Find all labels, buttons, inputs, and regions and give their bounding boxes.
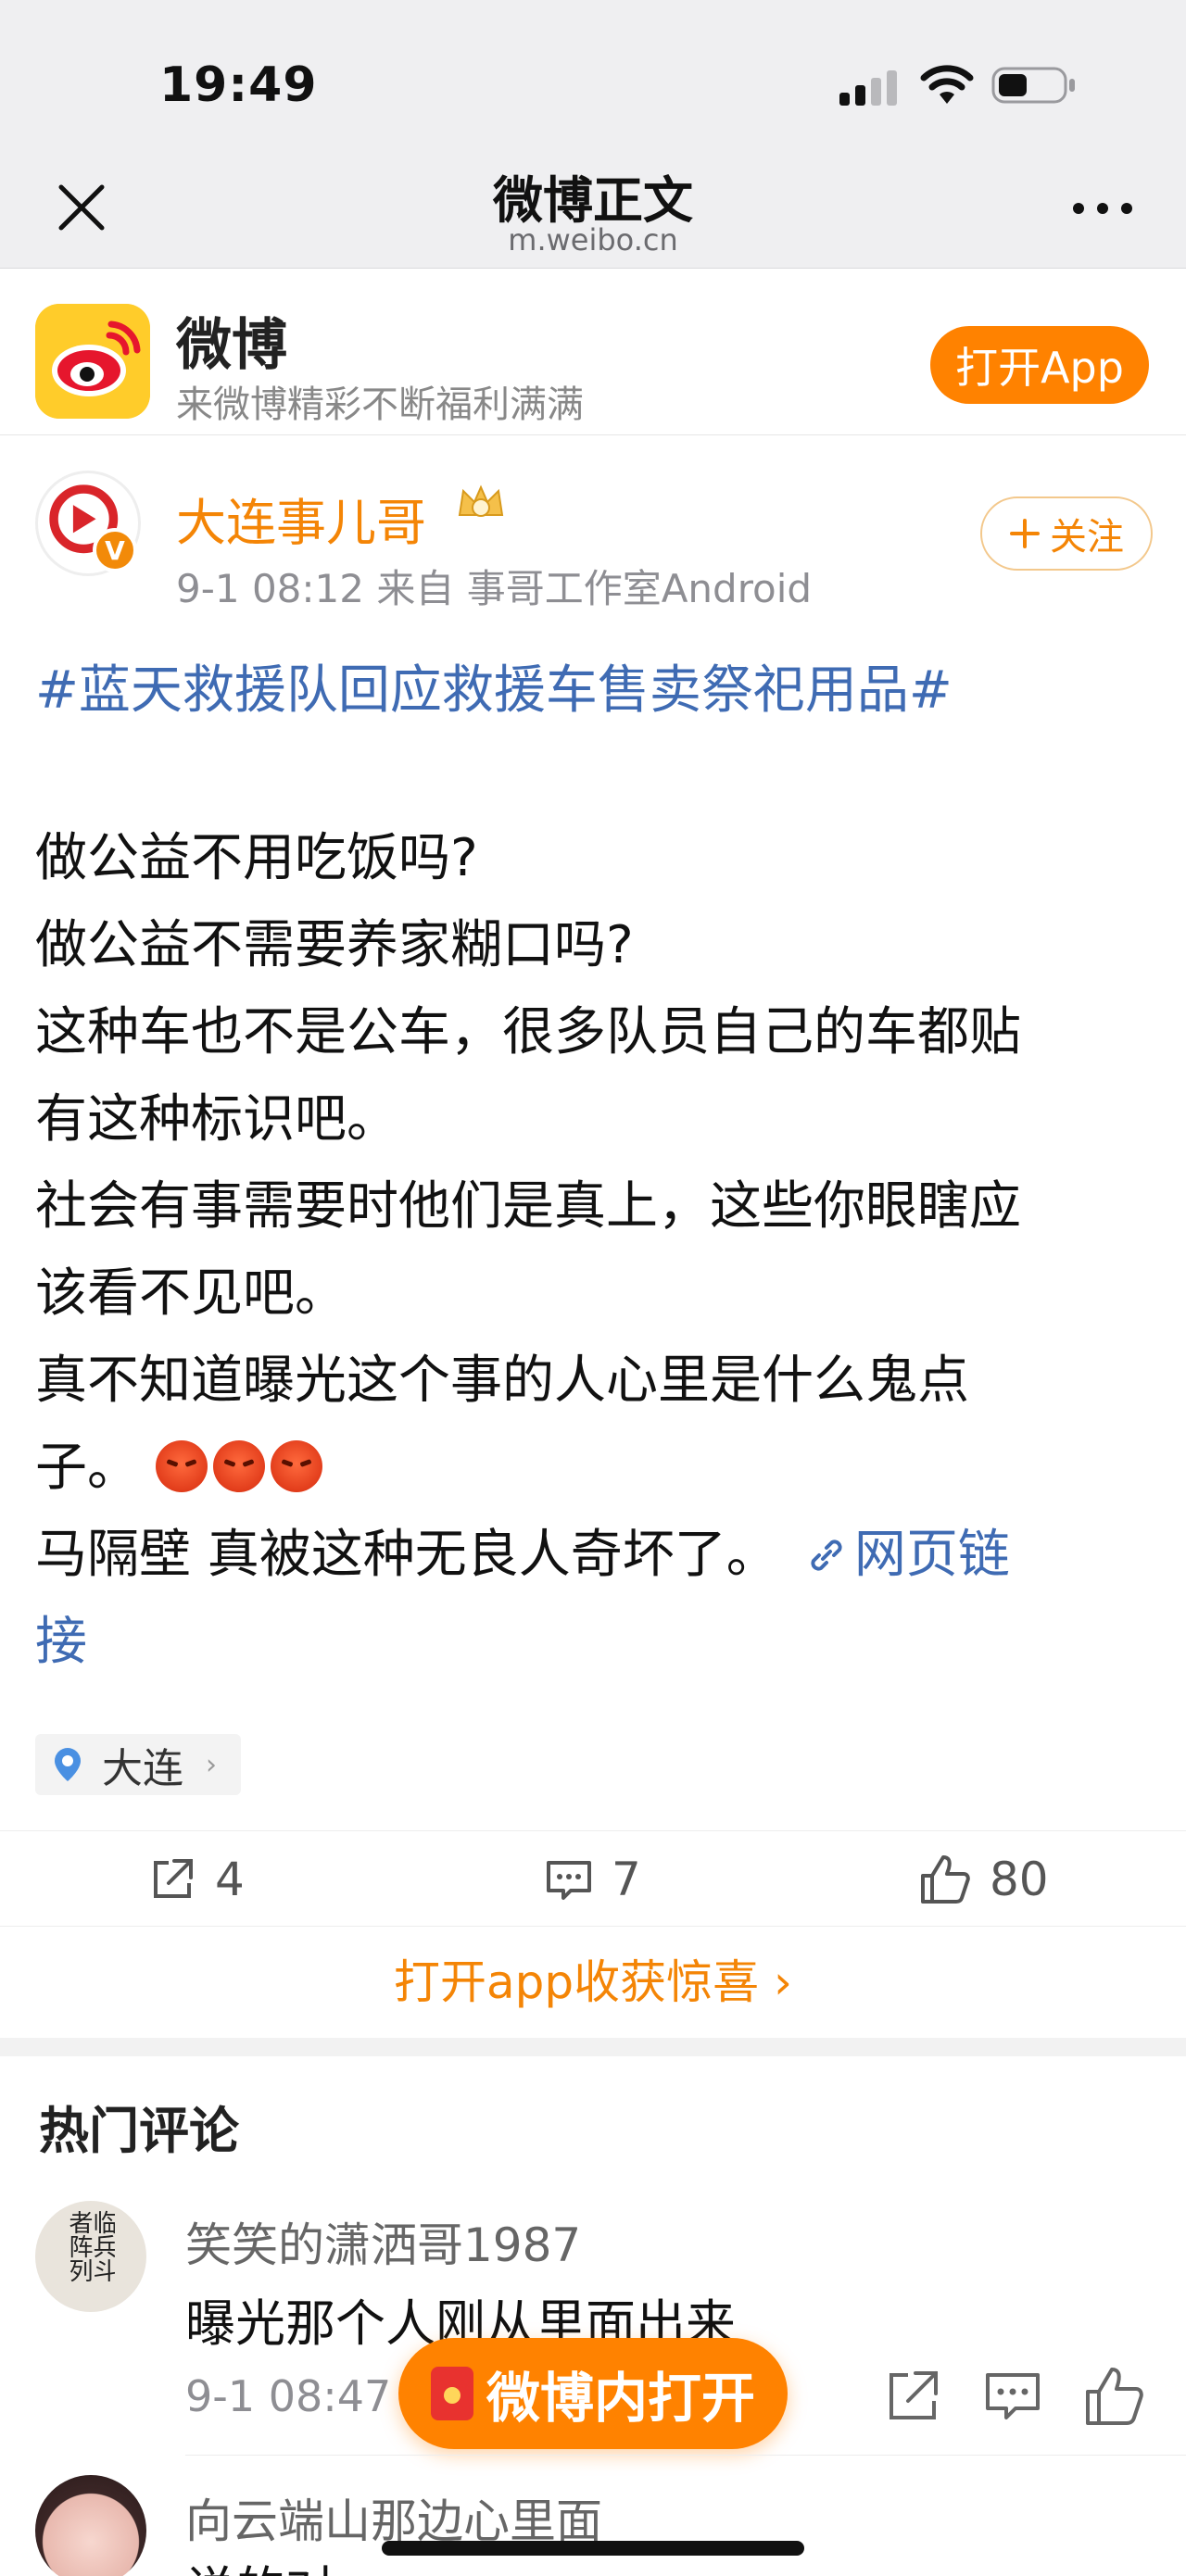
section-divider xyxy=(0,2038,1186,2056)
post-hashtag[interactable]: #蓝天救援队回应救援车售卖祭祀用品# xyxy=(35,648,953,723)
open-app-button[interactable]: 打开App xyxy=(930,326,1149,404)
comment-reply-icon[interactable] xyxy=(980,2364,1045,2429)
thumbs-up-icon xyxy=(921,1855,970,1904)
post-line: 真不知道曝光这个事的人心里是什么鬼点 xyxy=(35,1351,969,1411)
comment-text: 说的对 xyxy=(185,2549,335,2576)
app-download-banner: 微博 来微博精彩不断福利满满 打开App xyxy=(0,269,1186,435)
comment-button[interactable]: 7 xyxy=(543,1848,641,1911)
location-label: 大连 xyxy=(102,1745,183,1792)
repost-count: 4 xyxy=(215,1853,245,1906)
follow-label: 关注 xyxy=(1050,516,1124,559)
plus-icon xyxy=(1010,519,1040,548)
location-tag[interactable]: 大连 › xyxy=(35,1734,241,1795)
cellular-signal-icon xyxy=(839,69,897,106)
web-link[interactable]: 接 xyxy=(35,1612,87,1672)
post-action-bar: 4 7 80 xyxy=(0,1830,1186,1927)
post-meta: 9-1 08:12 来自 事哥工作室Android xyxy=(176,566,813,611)
red-envelope-icon xyxy=(430,2367,473,2420)
post-line-text: 子。 xyxy=(35,1438,139,1498)
vip-crown-icon xyxy=(458,484,504,517)
comment-count: 7 xyxy=(612,1853,641,1906)
home-indicator[interactable] xyxy=(382,2541,804,2556)
post-line: 做公益不用吃饭吗? xyxy=(35,828,478,888)
battery-icon xyxy=(991,67,1075,104)
wifi-icon xyxy=(920,65,974,104)
hot-comments-title: 热门评论 xyxy=(39,2102,239,2160)
chevron-right-icon: › xyxy=(206,1748,217,1781)
commenter-avatar[interactable]: 临兵斗者阵列 xyxy=(35,2201,146,2312)
post-body: 做公益不用吃饭吗? 做公益不需要养家糊口吗? 这种车也不是公车，很多队员自己的车… xyxy=(35,815,1156,1686)
commenter-avatar[interactable] xyxy=(35,2475,146,2576)
post-line: 接 xyxy=(35,1599,1156,1686)
commenter-name[interactable]: 笑笑的潇洒哥1987 xyxy=(185,2208,581,2275)
angry-emoji-icon xyxy=(270,1440,322,1492)
more-options-button[interactable] xyxy=(1066,195,1140,222)
avatar-calligraphy: 临兵斗者阵列 xyxy=(67,2210,115,2282)
post-line: 社会有事需要时他们是真上，这些你眼瞎应 xyxy=(35,1176,1021,1237)
app-slogan: 来微博精彩不断福利满满 xyxy=(176,383,584,426)
location-pin-icon xyxy=(55,1748,81,1781)
post-line: 做公益不需要养家糊口吗? xyxy=(35,915,634,975)
post-line: 子。 xyxy=(35,1425,1156,1512)
like-count: 80 xyxy=(990,1853,1049,1906)
link-icon xyxy=(811,1539,842,1571)
page-url: m.weibo.cn xyxy=(508,222,678,258)
post-line: 马隔壁 真被这种无良人奇坏了。 网页链 xyxy=(35,1512,1156,1599)
post-line: 有这种标识吧。 xyxy=(35,1089,398,1150)
browser-header: 19:49 微博正文 m.weibo.cn xyxy=(0,0,1186,269)
comment-time: 9-1 08:47 xyxy=(185,2371,392,2421)
angry-emoji-icon xyxy=(155,1440,208,1492)
open-app-link[interactable]: 打开app收获惊喜 › xyxy=(0,1945,1186,2012)
follow-button[interactable]: 关注 xyxy=(980,496,1153,571)
open-in-weibo-label: 微博内打开 xyxy=(486,2367,755,2430)
like-button[interactable]: 80 xyxy=(917,1848,1049,1911)
comment-share-icon[interactable] xyxy=(880,2364,945,2429)
comment-like-icon[interactable] xyxy=(1082,2364,1147,2429)
post-line-text: 马隔壁 真被这种无良人奇坏了。 xyxy=(35,1525,778,1585)
post-line: 该看不见吧。 xyxy=(35,1263,347,1324)
comment-icon xyxy=(547,1861,591,1900)
repost-button[interactable]: 4 xyxy=(146,1848,245,1911)
web-link[interactable]: 网页链 xyxy=(854,1525,1010,1585)
app-name: 微博 xyxy=(176,313,287,378)
open-in-weibo-button[interactable]: 微博内打开 xyxy=(398,2338,788,2449)
verified-badge-icon: V xyxy=(93,528,137,572)
status-time: 19:49 xyxy=(159,57,318,113)
author-name[interactable]: 大连事儿哥 xyxy=(176,482,426,555)
share-icon xyxy=(154,1859,193,1898)
comment-divider xyxy=(185,2455,1186,2456)
angry-emoji-icon xyxy=(212,1440,265,1492)
post-line: 这种车也不是公车，很多队员自己的车都贴 xyxy=(35,1002,1021,1062)
weibo-logo-icon xyxy=(35,304,150,419)
